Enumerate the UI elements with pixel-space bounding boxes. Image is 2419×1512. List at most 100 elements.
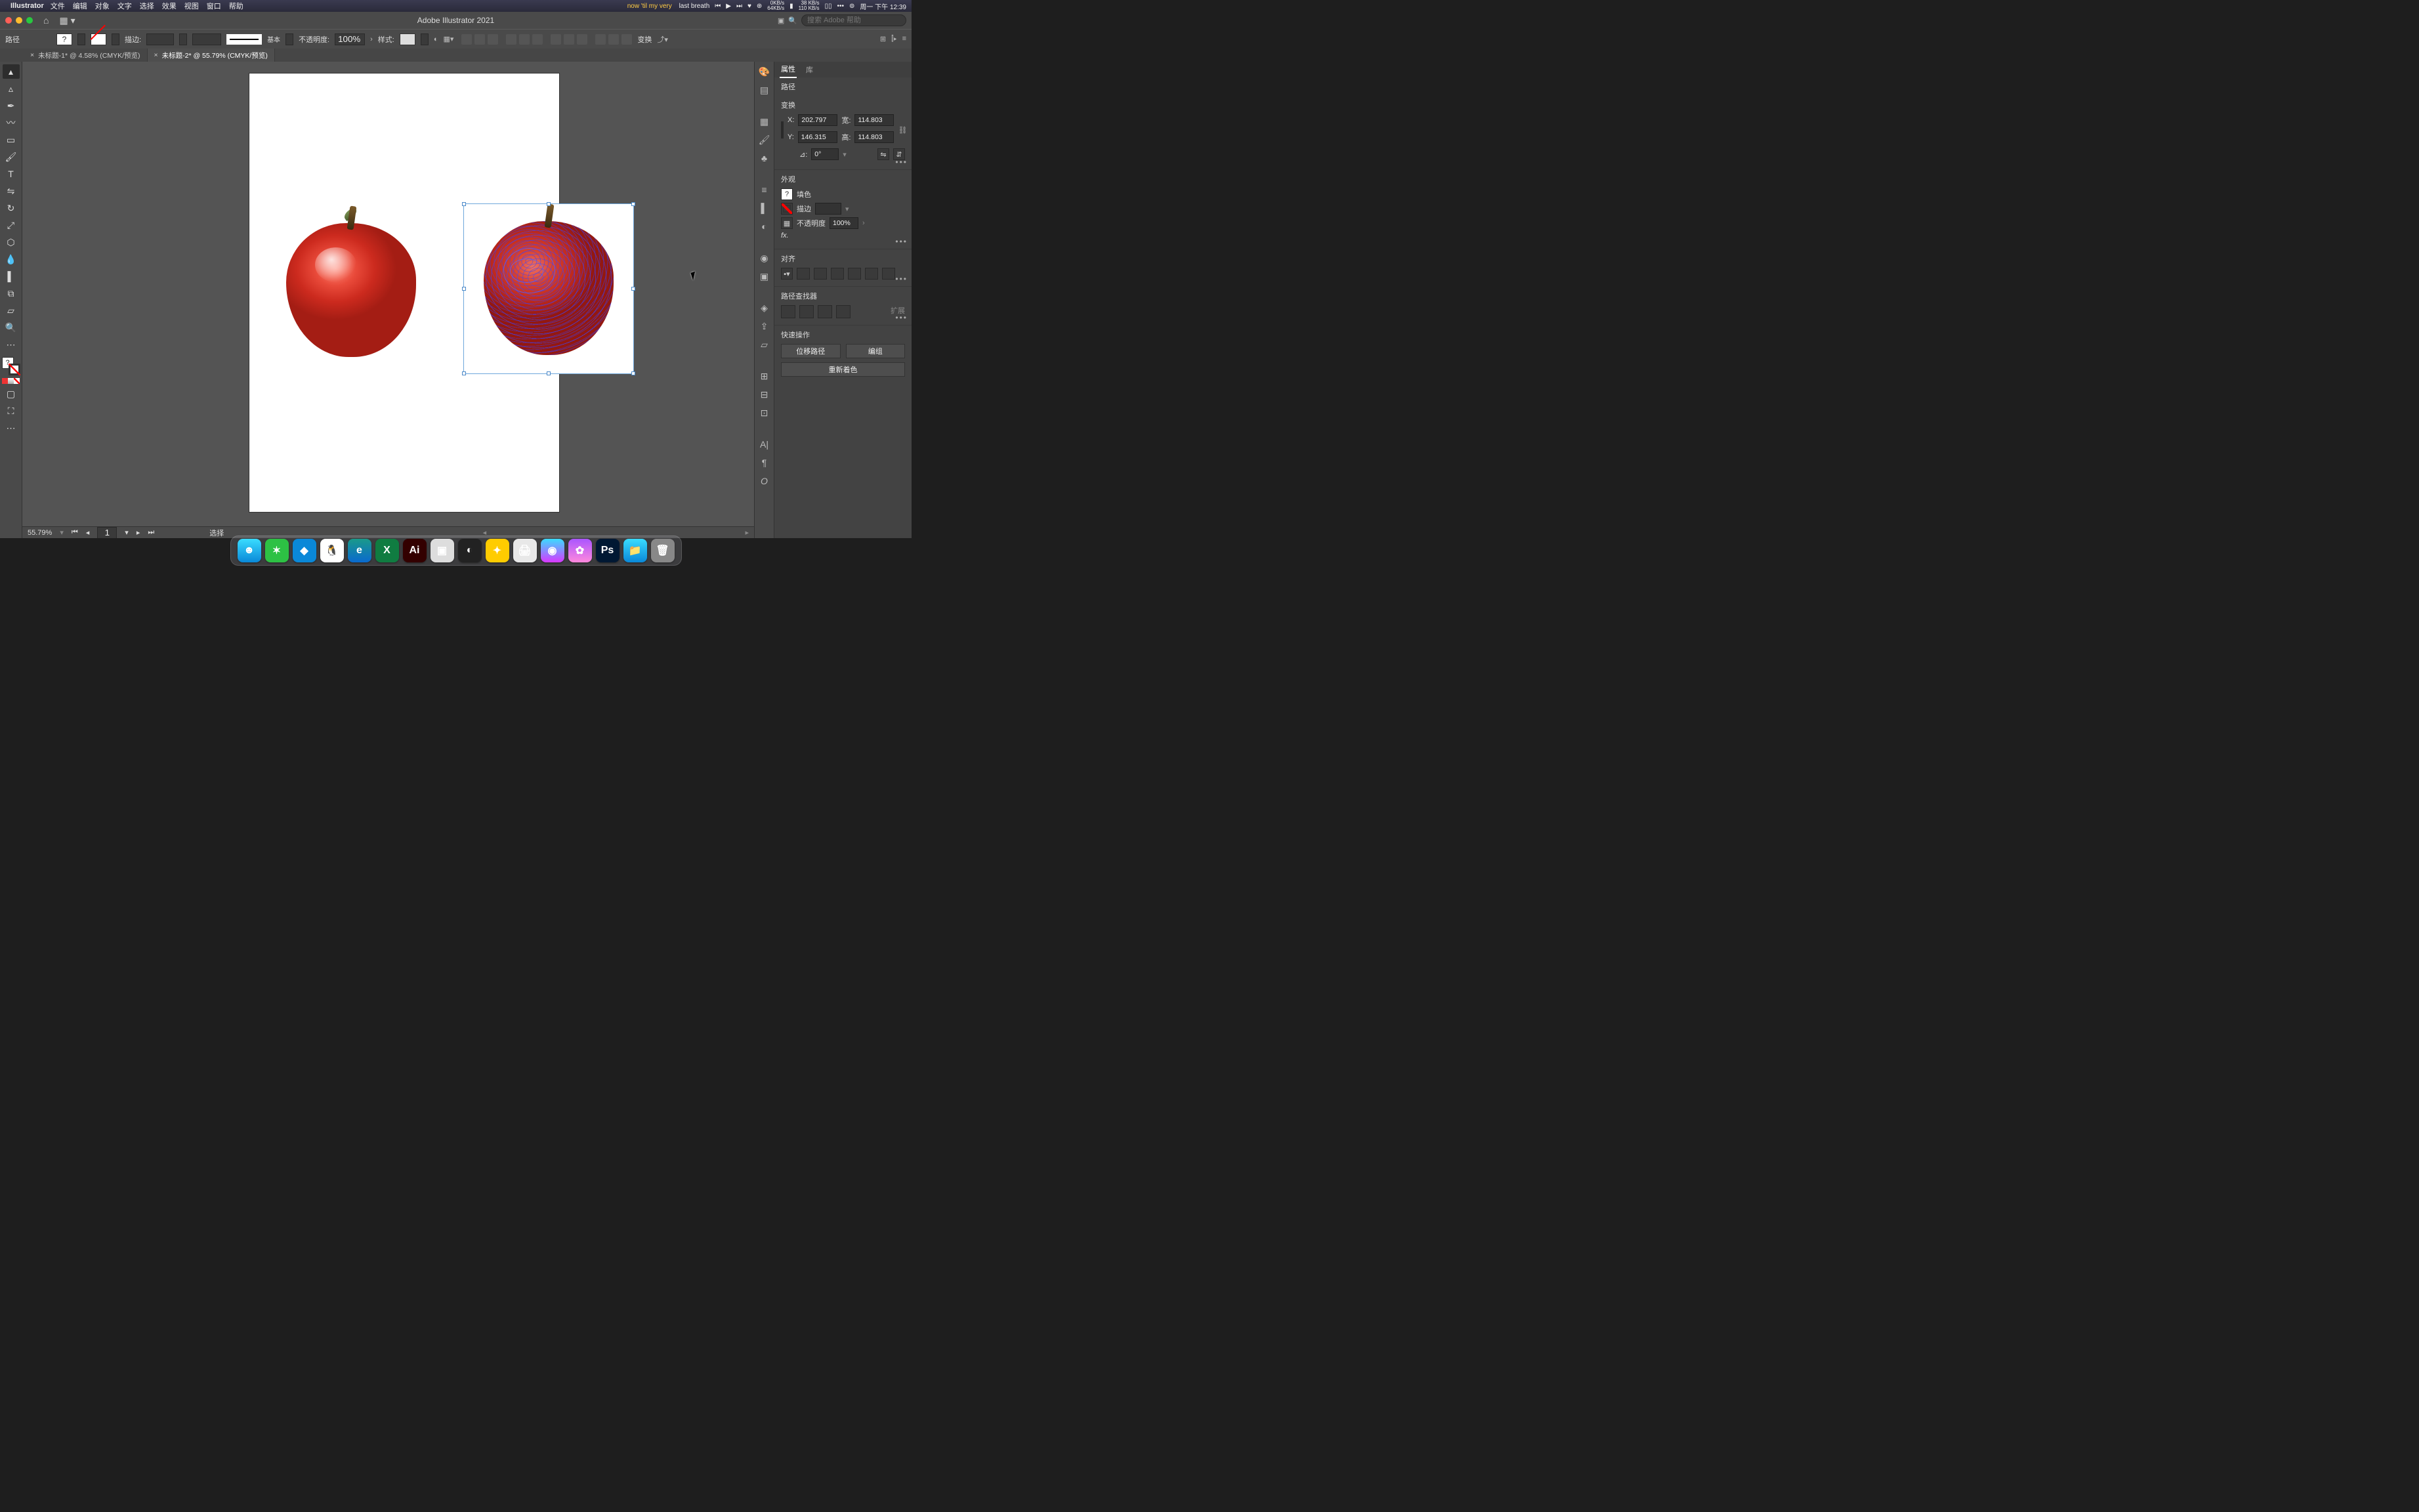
selection-bounding-box[interactable] [463, 203, 634, 374]
libraries-panel-icon[interactable]: ⊞ [759, 370, 770, 382]
transform-flyout-icon[interactable]: ⤴▾ [657, 34, 668, 45]
spacing-1-icon[interactable] [595, 34, 606, 45]
menu-edit[interactable]: 编辑 [73, 1, 87, 11]
menu-icon[interactable]: ≡ [902, 35, 906, 43]
dock-c4d[interactable]: ◐ [458, 539, 482, 562]
graphic-styles-panel-icon[interactable]: ▣ [759, 270, 770, 282]
align-right-button[interactable] [831, 268, 844, 280]
more-tools-icon[interactable]: ⋯ [3, 421, 20, 435]
menu-help[interactable]: 帮助 [229, 1, 243, 11]
stroke-panel-icon[interactable]: ≡ [759, 184, 770, 196]
artboard-number-input[interactable] [97, 527, 117, 539]
pathfinder-unite-button[interactable] [781, 305, 795, 318]
stroke-swatch-icon[interactable] [781, 203, 793, 215]
align-to-dropdown[interactable]: ▪▾ [781, 268, 793, 280]
blend-tool[interactable]: ⧉ [3, 286, 20, 301]
align-vcenter-icon[interactable] [519, 34, 530, 45]
group-button[interactable]: 编组 [846, 344, 906, 358]
align-pixel-grid-icon[interactable]: ▦▾ [444, 35, 454, 43]
character-panel-icon[interactable]: A| [759, 438, 770, 450]
offset-path-button[interactable]: 位移路径 [781, 344, 841, 358]
dock-finder[interactable]: ☻ [238, 539, 261, 562]
tab-close-icon[interactable]: × [30, 51, 34, 59]
clock[interactable]: 周一 下午 12:39 [860, 1, 906, 11]
edit-toolbar-icon[interactable]: ⋯ [3, 337, 20, 352]
symbols-panel-icon[interactable]: ♣ [759, 152, 770, 164]
help-search-input[interactable] [801, 14, 906, 26]
dock-app-4[interactable]: ✿ [568, 539, 592, 562]
resize-handle-ml[interactable] [462, 287, 466, 291]
dock-edge[interactable]: e [348, 539, 371, 562]
artboard-nav-first-icon[interactable]: ⏮ [72, 528, 78, 537]
recolor-button[interactable]: 重新着色 [781, 362, 905, 377]
link-wh-icon[interactable]: ⛓ [898, 126, 907, 135]
home-icon[interactable]: ⌂ [43, 15, 49, 26]
align-top-icon[interactable] [506, 34, 516, 45]
app-name[interactable]: Illustrator [11, 2, 44, 10]
wifi-icon[interactable]: ⊚ [849, 3, 854, 10]
width-input[interactable] [854, 114, 894, 126]
menu-object[interactable]: 对象 [95, 1, 110, 11]
fill-swatch-icon[interactable]: ? [781, 188, 793, 200]
menu-select[interactable]: 选择 [140, 1, 154, 11]
dock-qq[interactable]: 🐧 [320, 539, 344, 562]
section-more-icon[interactable]: ••• [895, 274, 908, 284]
distribute-1-icon[interactable] [551, 34, 561, 45]
window-minimize-button[interactable] [16, 17, 22, 24]
dock-illustrator[interactable]: Ai [403, 539, 427, 562]
rotate-tool[interactable]: ↻ [3, 201, 20, 215]
dock-dingtalk[interactable]: ◆ [293, 539, 316, 562]
align-bottom-icon[interactable] [532, 34, 543, 45]
shape-builder-tool[interactable]: ⬡ [3, 235, 20, 249]
section-more-icon[interactable]: ••• [895, 313, 908, 322]
graphic-style-swatch[interactable] [400, 33, 415, 45]
opacity-field[interactable] [830, 217, 858, 229]
media-prev-icon[interactable]: ⏮ [715, 3, 721, 10]
fill-swatch[interactable] [56, 33, 72, 45]
brushes-panel-icon[interactable]: 🖌 [759, 134, 770, 146]
angle-dropdown-icon[interactable]: ▾ [843, 150, 847, 159]
resize-handle-tm[interactable] [547, 202, 551, 206]
color-mode-row[interactable] [2, 378, 20, 384]
variable-width-profile[interactable] [192, 33, 221, 45]
artboards-panel-icon[interactable]: ▱ [759, 339, 770, 350]
reflect-tool[interactable]: ⇋ [3, 184, 20, 198]
menu-file[interactable]: 文件 [51, 1, 65, 11]
tab-properties[interactable]: 属性 [780, 61, 797, 78]
resize-handle-bm[interactable] [547, 371, 551, 375]
tab-libraries[interactable]: 库 [805, 62, 814, 77]
resize-handle-bl[interactable] [462, 371, 466, 375]
spacing-3-icon[interactable] [621, 34, 632, 45]
zoom-level[interactable]: 55.79% [28, 529, 52, 537]
artboard-dropdown-icon[interactable]: ▾ [125, 528, 129, 537]
scale-tool[interactable]: ⤢ [3, 218, 20, 232]
artboard-nav-prev-icon[interactable]: ◂ [86, 528, 90, 537]
distribute-3-icon[interactable] [577, 34, 587, 45]
recolor-icon[interactable]: ◐ [434, 35, 438, 43]
dock-app-1[interactable]: ✦ [486, 539, 509, 562]
artboard-tool[interactable]: ▱ [3, 303, 20, 318]
cc-panel-icon[interactable]: ⊟ [759, 388, 770, 400]
height-input[interactable] [854, 131, 894, 143]
opacity-input[interactable] [335, 33, 365, 45]
paragraph-panel-icon[interactable]: ¶ [759, 457, 770, 469]
align-right-icon[interactable] [488, 34, 498, 45]
section-more-icon[interactable]: ••• [895, 237, 908, 246]
color-panel-icon[interactable]: 🎨 [759, 66, 770, 77]
artboard-nav-next-icon[interactable]: ▸ [137, 528, 140, 537]
zoom-dropdown-icon[interactable]: ▾ [60, 528, 64, 537]
screen-mode-icon[interactable]: ⛶ [3, 404, 20, 418]
align-top-button[interactable] [848, 268, 861, 280]
more-icon[interactable]: ••• [837, 3, 845, 10]
resize-handle-tr r[interactable] [631, 202, 635, 206]
menu-view[interactable]: 视图 [184, 1, 199, 11]
direct-selection-tool[interactable]: ▵ [3, 81, 20, 96]
eyedropper-tool[interactable]: 💧 [3, 252, 20, 266]
flip-horizontal-icon[interactable]: ⇋ [877, 148, 889, 160]
draw-mode-icon[interactable]: ▢ [3, 387, 20, 401]
fx-label[interactable]: fx. [781, 232, 789, 240]
opacity-swatch-icon[interactable]: ▦ [781, 217, 793, 229]
artboard-nav-last-icon[interactable]: ⏭ [148, 528, 154, 537]
transparency-panel-icon[interactable]: ◐ [759, 220, 770, 232]
window-close-button[interactable] [5, 17, 12, 24]
